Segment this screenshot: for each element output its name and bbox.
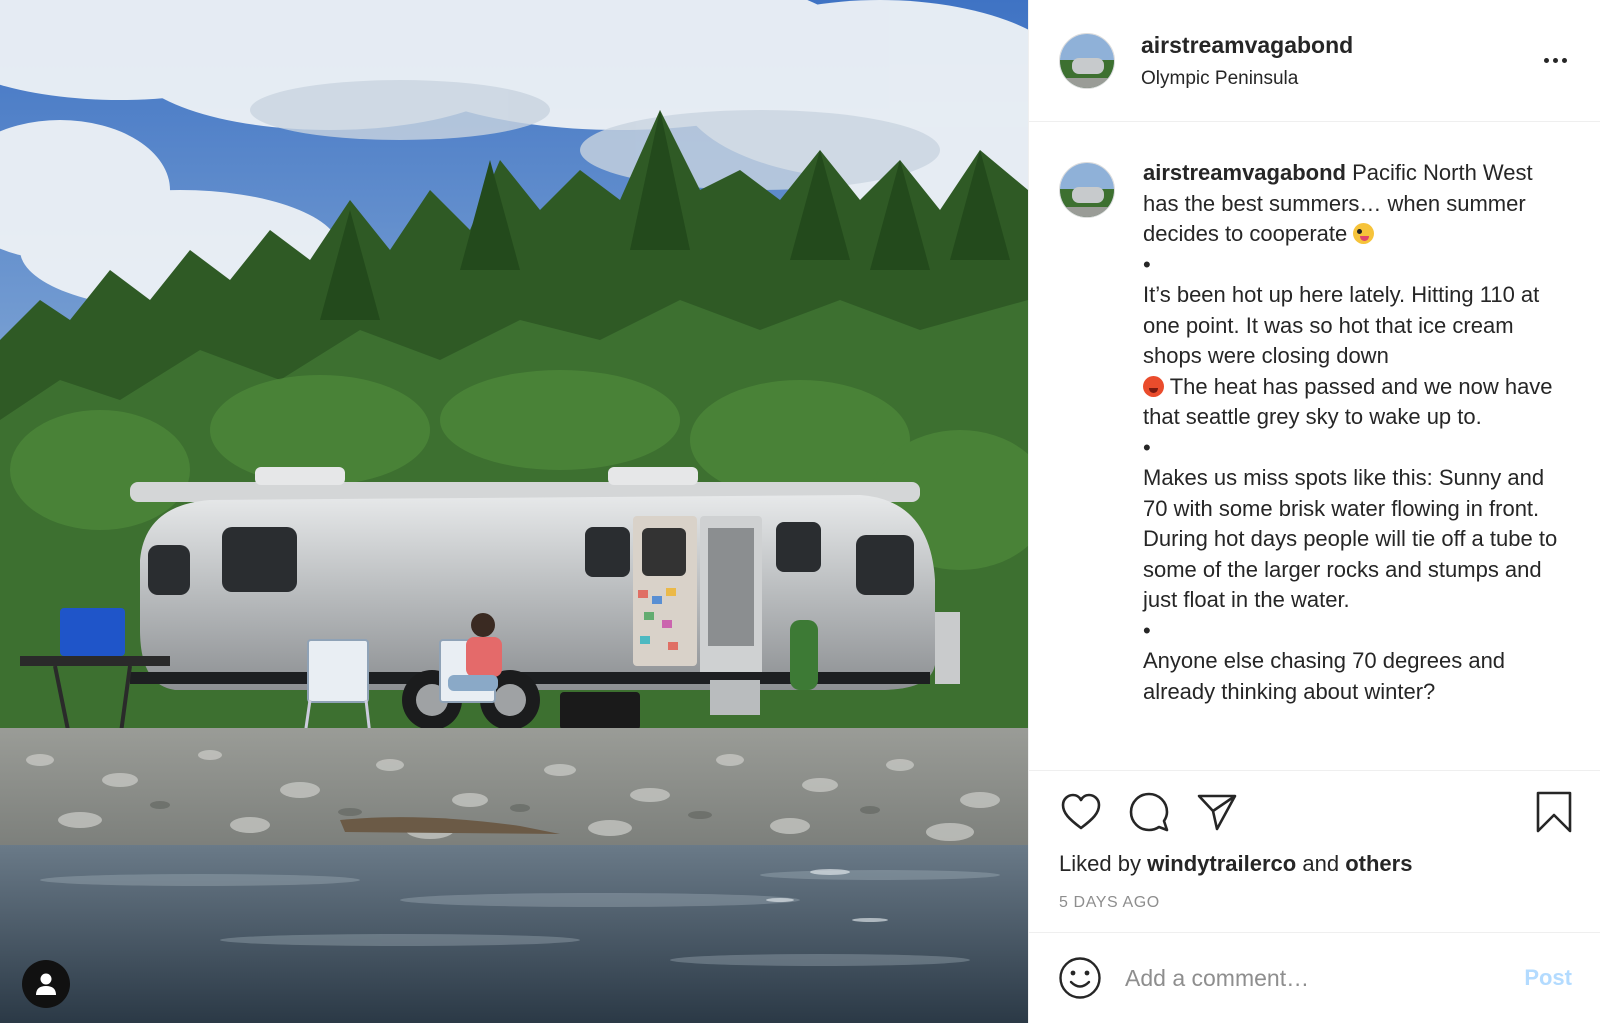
more-dot: [1543, 58, 1549, 63]
comment-icon: [1129, 792, 1169, 832]
hot-face-emoji: [1143, 375, 1164, 397]
post-caption: airstreamvagabond Pacific North West has…: [1143, 158, 1561, 770]
bookmark-icon: [1536, 791, 1572, 833]
post-side-panel: airstreamvagabond Olympic Peninsula airs…: [1028, 0, 1600, 1023]
caption-bullet: •: [1143, 434, 1151, 460]
likes-summary: Liked by windytrailerco and others: [1059, 851, 1570, 877]
smiley-icon: [1059, 957, 1101, 999]
post-author-username[interactable]: airstreamvagabond: [1141, 32, 1538, 59]
emoji-picker-button[interactable]: [1057, 955, 1103, 1001]
caption-text: It’s been hot up here lately. Hitting 11…: [1143, 282, 1540, 368]
caption-text: Makes us miss spots like this: Sunny and…: [1143, 465, 1558, 612]
comment-composer: Post: [1029, 932, 1600, 1023]
post-location[interactable]: Olympic Peninsula: [1141, 68, 1538, 90]
airstream-photo: [0, 0, 1028, 1023]
caption-text: Anyone else chasing 70 degrees and alrea…: [1143, 648, 1506, 704]
share-button[interactable]: [1195, 790, 1239, 834]
caption-bullet: •: [1143, 251, 1151, 277]
post-photo[interactable]: [0, 0, 1028, 1023]
comments-section[interactable]: airstreamvagabond Pacific North West has…: [1029, 122, 1600, 770]
post-actions-section: Liked by windytrailerco and others 5 DAY…: [1029, 770, 1600, 930]
caption-bullet: •: [1143, 617, 1151, 643]
caption-text: The heat has passed and we now have that…: [1143, 373, 1553, 430]
header-text: airstreamvagabond Olympic Peninsula: [1141, 32, 1538, 90]
avatar-image: [1060, 33, 1114, 88]
save-button[interactable]: [1532, 790, 1576, 834]
paper-plane-icon: [1197, 794, 1237, 831]
post-header: airstreamvagabond Olympic Peninsula: [1029, 0, 1600, 122]
liked-by-user-link[interactable]: windytrailerco: [1147, 851, 1296, 876]
like-button[interactable]: [1059, 790, 1103, 834]
tagged-users-button[interactable]: [22, 960, 70, 1008]
user-icon: [36, 973, 56, 995]
avatar-image: [1060, 163, 1114, 217]
more-options-icon[interactable]: [1538, 46, 1572, 76]
avatar[interactable]: [1059, 32, 1115, 89]
zany-face-emoji: [1353, 223, 1375, 244]
more-dot: [1552, 58, 1558, 63]
likes-others-link[interactable]: others: [1345, 851, 1412, 876]
likes-prefix: Liked by: [1059, 851, 1141, 876]
caption-username[interactable]: airstreamvagabond: [1143, 160, 1346, 185]
post-comment-button[interactable]: Post: [1524, 965, 1572, 991]
add-comment-input[interactable]: [1123, 963, 1525, 993]
post-timestamp[interactable]: 5 DAYS AGO: [1059, 894, 1570, 912]
caption-avatar[interactable]: [1059, 162, 1115, 218]
heart-icon: [1061, 793, 1101, 830]
more-dot: [1561, 58, 1567, 63]
likes-joiner: and: [1302, 851, 1340, 876]
action-bar: [1059, 771, 1572, 851]
instagram-post: airstreamvagabond Olympic Peninsula airs…: [0, 0, 1600, 1023]
comment-button[interactable]: [1127, 790, 1171, 834]
